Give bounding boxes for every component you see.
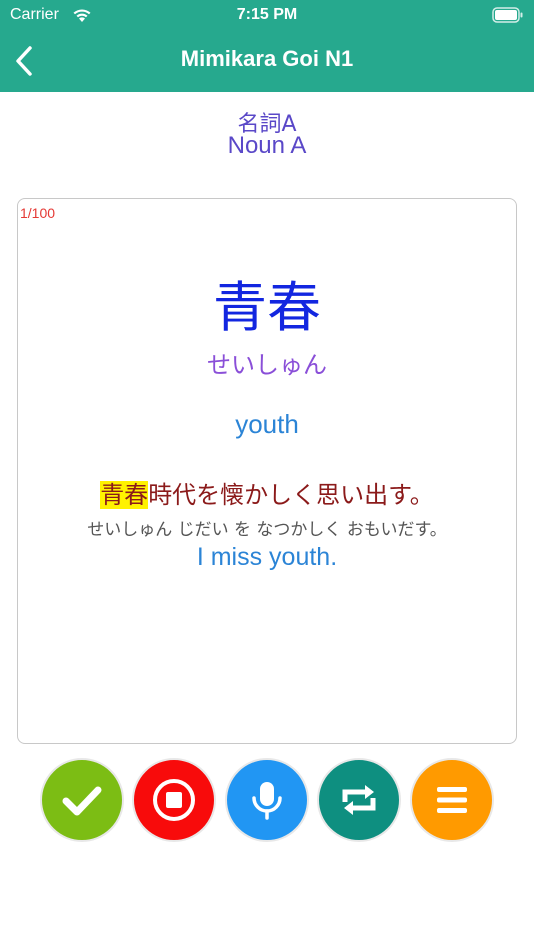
vocab-kanji: 青春	[213, 276, 321, 339]
example-sentence: 青春時代を懐かしく思い出す。	[18, 475, 516, 510]
battery-icon	[492, 7, 523, 23]
example-reading: せいしゅん じだい を なつかしく おもいだす。	[87, 520, 447, 540]
navigation-bar: Mimikara Goi N1	[0, 30, 534, 92]
menu-button[interactable]	[410, 758, 494, 842]
card-counter: 1/100	[20, 205, 56, 221]
stop-icon	[153, 779, 195, 821]
status-bar: Carrier 7:15 PM	[0, 0, 534, 30]
vocab-reading: せいしゅん	[207, 351, 327, 379]
repeat-icon	[342, 785, 376, 815]
flashcard[interactable]: 1/100 青春 せいしゅん youth 青春時代を懐かしく思い出す。 せいしゅ…	[17, 198, 517, 744]
status-time: 7:15 PM	[236, 6, 298, 23]
check-icon	[62, 786, 102, 816]
vocab-meaning: youth	[235, 409, 299, 439]
microphone-icon	[252, 782, 282, 820]
record-button[interactable]	[225, 758, 309, 842]
control-bar	[0, 758, 534, 844]
page-title: Mimikara Goi N1	[180, 46, 354, 71]
example-translation: I miss youth.	[196, 543, 338, 571]
lesson-title-english: Noun A	[227, 132, 307, 159]
repeat-button[interactable]	[317, 758, 401, 842]
menu-icon	[437, 787, 467, 813]
stop-button[interactable]	[132, 758, 216, 842]
example-rest: 時代を懐かしく思い出す。	[148, 481, 434, 509]
example-highlight: 青春	[100, 481, 149, 509]
mark-known-button[interactable]	[40, 758, 124, 842]
